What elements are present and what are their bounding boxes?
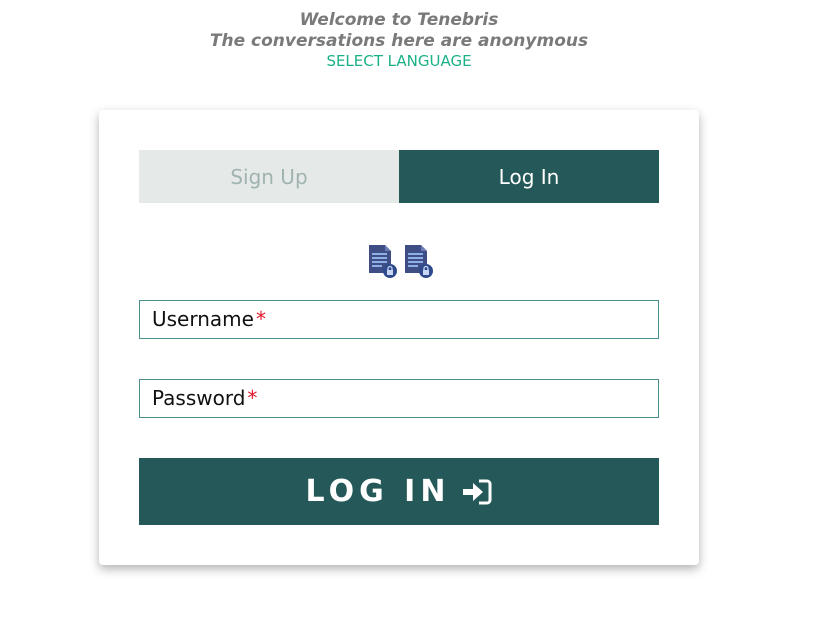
- username-field: Username *: [139, 300, 659, 339]
- log-in-button-label: LOG IN: [305, 474, 451, 509]
- security-icons: [367, 243, 437, 279]
- welcome-title: Welcome to Tenebris: [299, 10, 499, 30]
- username-input[interactable]: [140, 301, 658, 338]
- sign-in-icon: [463, 479, 492, 504]
- log-in-button[interactable]: LOG IN: [139, 458, 659, 525]
- tab-sign-up[interactable]: Sign Up: [139, 150, 399, 203]
- secure-document-icon: [369, 245, 397, 278]
- tab-log-in[interactable]: Log In: [399, 150, 659, 203]
- auth-tabs: Sign Up Log In: [139, 150, 659, 203]
- password-field: Password *: [139, 379, 659, 418]
- select-language-link[interactable]: SELECT LANGUAGE: [0, 52, 798, 71]
- page-header: Welcome to Tenebris The conversations he…: [0, 10, 798, 71]
- password-input[interactable]: [140, 380, 658, 417]
- login-card: Sign Up Log In Username * Password * LOG…: [99, 110, 699, 565]
- secure-document-icon: [405, 245, 433, 278]
- anonymous-subtitle: The conversations here are anonymous: [209, 31, 589, 51]
